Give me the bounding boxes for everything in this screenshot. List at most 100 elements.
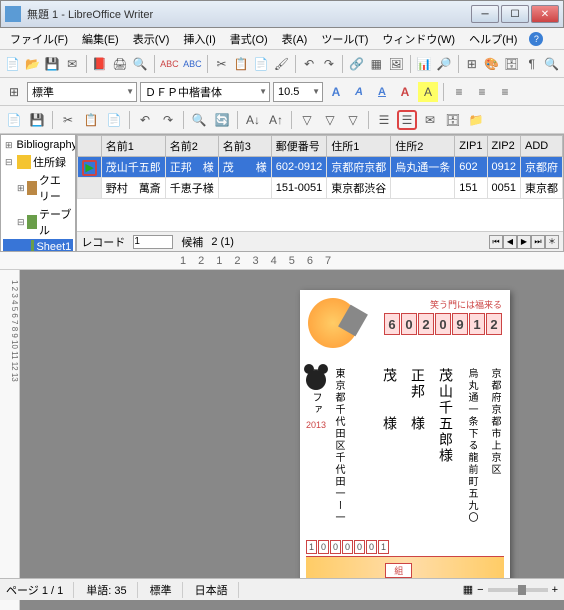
mm-sort-asc-icon[interactable]: A↓ <box>243 110 263 130</box>
mm-copy-icon[interactable]: 📋 <box>81 110 101 130</box>
menu-view[interactable]: 表示(V) <box>127 29 176 49</box>
zoom-slider[interactable] <box>488 588 548 592</box>
document-area: 1 2 3 4 5 6 7 8 9 10 11 12 13 笑う門には福来る 6… <box>0 270 564 610</box>
mm-removefilter-icon[interactable]: ▽ <box>343 110 363 130</box>
copy-icon[interactable]: 📋 <box>233 54 250 74</box>
table-row[interactable]: 野村 萬斎千恵子様 151-0051東京都渋谷 1510051東京都 <box>78 178 563 199</box>
zoom-in-icon[interactable]: + <box>552 584 558 596</box>
nav-first-icon[interactable]: ⏮ <box>489 235 503 249</box>
save-icon[interactable]: 💾 <box>44 54 61 74</box>
mm-undo-icon[interactable]: ↶ <box>135 110 155 130</box>
nav-next-icon[interactable]: ▶ <box>517 235 531 249</box>
tree-tables[interactable]: ⊟テーブル <box>3 205 73 239</box>
mm-cut-icon[interactable]: ✂ <box>58 110 78 130</box>
mm-filter-icon[interactable]: ▽ <box>297 110 317 130</box>
menu-edit[interactable]: 編集(E) <box>76 29 125 49</box>
tree-sheet1[interactable]: Sheet1 <box>3 239 73 252</box>
redo-icon[interactable]: ↷ <box>321 54 338 74</box>
help-icon[interactable]: ? <box>529 32 543 46</box>
status-words: 単語: 35 <box>86 582 137 598</box>
align-center-icon[interactable]: ≡ <box>472 82 492 102</box>
mm-explorer-icon[interactable]: 📁 <box>466 110 486 130</box>
menu-insert[interactable]: 挿入(I) <box>177 29 221 49</box>
undo-icon[interactable]: ↶ <box>301 54 318 74</box>
record-count: 2 (1) <box>211 236 234 248</box>
grid-header-row: 名前1名前2名前3 郵便番号住所1住所2 ZIP1ZIP2ADD <box>78 136 563 157</box>
postcard-page[interactable]: 笑う門には福来る 602 0912 2013 アルファ 東京都千代田区千代田一ー… <box>300 290 510 590</box>
align-right-icon[interactable]: ≡ <box>495 82 515 102</box>
menu-table[interactable]: 表(A) <box>276 29 314 49</box>
nav-new-icon[interactable]: ＊ <box>545 235 559 249</box>
mm-find-icon[interactable]: 🔍 <box>189 110 209 130</box>
mm-mailmerge-icon[interactable]: ✉ <box>420 110 440 130</box>
highlight-icon[interactable]: A <box>418 82 438 102</box>
bold-icon[interactable]: A <box>326 82 346 102</box>
standard-toolbar: 📄 📂 💾 ✉ 📕 🖨 🔍 ABC ABC ✂ 📋 📄 🖌 ↶ ↷ 🔗 ▦ 🖼 … <box>0 50 564 78</box>
open-icon[interactable]: 📂 <box>24 54 41 74</box>
view-mode-icon[interactable]: ▦ <box>463 583 473 596</box>
cut-icon[interactable]: ✂ <box>213 54 230 74</box>
autospell-icon[interactable]: ABC <box>182 54 202 74</box>
link-icon[interactable]: 🔗 <box>348 54 365 74</box>
mailmerge-toolbar: 📄 💾 ✂ 📋 📄 ↶ ↷ 🔍 🔄 A↓ A↑ ▽ ▽ ▽ ☰ ☰ ✉ 🗄 📁 <box>0 106 564 134</box>
menu-tools[interactable]: ツール(T) <box>315 29 374 49</box>
mm-refresh-icon[interactable]: 🔄 <box>212 110 232 130</box>
nav-last-icon[interactable]: ⏭ <box>531 235 545 249</box>
spellcheck-icon[interactable]: ABC <box>159 54 179 74</box>
preview-icon[interactable]: 🔍 <box>132 54 149 74</box>
current-row-icon: ▶ <box>82 160 96 176</box>
nav-prev-icon[interactable]: ◀ <box>503 235 517 249</box>
pdf-icon[interactable]: 📕 <box>91 54 108 74</box>
record-number-input[interactable] <box>133 235 173 249</box>
styles-icon[interactable]: ⊞ <box>4 82 24 102</box>
image-icon[interactable]: 🖼 <box>388 54 405 74</box>
greeting-text: 笑う門には福来る <box>384 298 502 311</box>
mm-datatoform-icon[interactable]: ☰ <box>397 110 417 130</box>
mm-datasource-icon[interactable]: 🗄 <box>443 110 463 130</box>
menu-format[interactable]: 書式(O) <box>224 29 274 49</box>
mm-redo-icon[interactable]: ↷ <box>158 110 178 130</box>
email-icon[interactable]: ✉ <box>64 54 81 74</box>
nonprint-icon[interactable]: ¶ <box>523 54 540 74</box>
italic-icon[interactable]: A <box>349 82 369 102</box>
find-icon[interactable]: 🔎 <box>436 54 453 74</box>
style-combo[interactable]: 標準▼ <box>27 82 137 102</box>
gallery-icon[interactable]: 🎨 <box>483 54 500 74</box>
underline-icon[interactable]: A <box>372 82 392 102</box>
paste-icon[interactable]: 📄 <box>253 54 270 74</box>
menu-help[interactable]: ヘルプ(H) <box>463 29 523 49</box>
mm-paste-icon[interactable]: 📄 <box>104 110 124 130</box>
menu-window[interactable]: ウィンドウ(W) <box>376 29 461 49</box>
mm-sort-desc-icon[interactable]: A↑ <box>266 110 286 130</box>
tree-bibliography[interactable]: ⊞Bibliography <box>3 137 73 153</box>
status-style: 標準 <box>150 582 183 598</box>
chart-icon[interactable]: 📊 <box>416 54 433 74</box>
font-combo[interactable]: ＤＦＰ中楷書体▼ <box>140 82 270 102</box>
align-left-icon[interactable]: ≡ <box>449 82 469 102</box>
mm-autofilter-icon[interactable]: ▽ <box>320 110 340 130</box>
mm-fields-icon[interactable]: ☰ <box>374 110 394 130</box>
table-icon[interactable]: ▦ <box>368 54 385 74</box>
tree-addressbook[interactable]: ⊟住所録 <box>3 153 73 171</box>
mm-save-icon[interactable]: 💾 <box>27 110 47 130</box>
datasource-icon[interactable]: 🗄 <box>503 54 520 74</box>
zoom-icon[interactable]: 🔍 <box>543 54 560 74</box>
fontcolor-icon[interactable]: A <box>395 82 415 102</box>
minimize-button[interactable]: ─ <box>471 5 499 23</box>
zoom-out-icon[interactable]: − <box>477 584 483 596</box>
title-bar: 無題 1 - LibreOffice Writer ─ ☐ ✕ <box>0 0 564 28</box>
mm-new-icon[interactable]: 📄 <box>4 110 24 130</box>
table-row[interactable]: ▶ 茂山千五郎正邦 様茂 様 602-0912京都府京都烏丸通一条 602091… <box>78 157 563 178</box>
close-button[interactable]: ✕ <box>531 5 559 23</box>
data-grid[interactable]: 名前1名前2名前3 郵便番号住所1住所2 ZIP1ZIP2ADD ▶ 茂山千五郎… <box>77 135 563 199</box>
tree-query[interactable]: ⊞クエリー <box>3 171 73 205</box>
maximize-button[interactable]: ☐ <box>501 5 529 23</box>
brush-icon[interactable]: 🖌 <box>273 54 290 74</box>
menu-file[interactable]: ファイル(F) <box>4 29 74 49</box>
size-combo[interactable]: 10.5▼ <box>273 82 323 102</box>
menu-bar: ファイル(F) 編集(E) 表示(V) 挿入(I) 書式(O) 表(A) ツール… <box>0 28 564 50</box>
print-icon[interactable]: 🖨 <box>111 54 128 74</box>
nav-icon[interactable]: ⊞ <box>463 54 480 74</box>
recipient-name1: 茂山千五郎様 <box>436 368 456 528</box>
new-icon[interactable]: 📄 <box>4 54 21 74</box>
